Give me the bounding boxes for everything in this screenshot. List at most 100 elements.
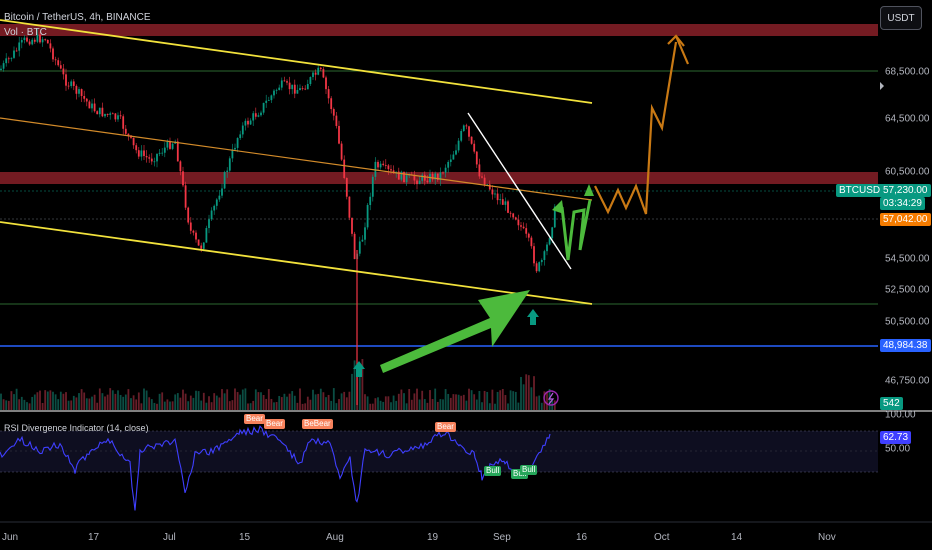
volume-bar	[122, 396, 125, 410]
volume-bar	[377, 397, 379, 410]
rsi-bear-label: Bear	[244, 414, 265, 424]
candle-body	[135, 145, 138, 151]
volume-bar	[501, 388, 504, 410]
volume-bar	[10, 391, 13, 410]
volume-bar	[525, 374, 528, 410]
rsi-band	[0, 431, 878, 472]
volume-bar	[5, 400, 8, 410]
volume-bar	[395, 400, 398, 410]
volume-bar	[317, 393, 320, 410]
candle-body	[109, 113, 112, 115]
time-tick: 15	[239, 532, 251, 543]
time-tick: Nov	[818, 532, 836, 543]
candle-body	[543, 251, 546, 260]
currency-button[interactable]: USDT	[880, 6, 922, 30]
volume-bar	[137, 392, 140, 410]
candle-body	[452, 154, 455, 160]
volume-bar	[163, 401, 166, 410]
volume-bar	[179, 397, 182, 410]
volume-bar	[67, 400, 70, 410]
price-axis-marker	[880, 82, 884, 90]
candle-body	[475, 151, 478, 165]
volume-bar	[325, 397, 327, 410]
volume-bar	[65, 392, 67, 410]
candle-body	[551, 227, 554, 239]
volume-bar	[166, 399, 169, 410]
candle-body	[338, 125, 340, 144]
channel-mid-line	[0, 117, 593, 201]
candle-body	[470, 136, 473, 144]
candle-body	[377, 161, 379, 168]
candle-body	[540, 259, 543, 263]
candle-body	[161, 152, 164, 154]
candle-body	[7, 58, 10, 60]
volume-bar	[475, 399, 478, 410]
candle-body	[5, 58, 8, 64]
volume-bar	[538, 395, 541, 410]
volume-bar	[161, 392, 164, 410]
candle-body	[184, 185, 187, 208]
candle-body	[158, 152, 161, 154]
volume-bar	[468, 388, 470, 410]
volume-bar	[127, 389, 130, 410]
orange-projection-path	[594, 41, 678, 215]
candle-body	[416, 180, 418, 185]
volume-bar	[335, 403, 338, 410]
candle-body	[239, 134, 242, 139]
volume-bar	[252, 400, 255, 410]
candle-body	[535, 263, 538, 272]
time-tick: Sep	[493, 532, 511, 543]
candle-body	[150, 158, 153, 162]
candle-body	[457, 140, 460, 151]
volume-bar	[267, 389, 270, 410]
volume-bar	[221, 389, 223, 410]
candle-body	[291, 84, 294, 90]
volume-bar	[416, 388, 418, 410]
candle-body	[179, 161, 182, 172]
volume-bar	[387, 396, 390, 410]
candle-body	[340, 143, 343, 160]
volume-bar	[176, 393, 179, 410]
candle-body	[447, 161, 450, 168]
candle-body	[187, 207, 190, 223]
volume-bar	[39, 390, 41, 410]
rsi-bear-label: BeBear	[302, 419, 333, 429]
volume-bar	[447, 393, 450, 410]
volume-bar	[512, 391, 515, 410]
candle-body	[26, 37, 28, 42]
volume-bar	[275, 402, 278, 410]
candle-body	[478, 164, 481, 177]
candle-body	[208, 219, 210, 229]
candle-body	[260, 112, 262, 116]
candle-body	[426, 180, 429, 183]
candle-body	[241, 125, 244, 135]
price-tick: 64,500.00	[885, 113, 930, 125]
countdown-tag: 03:34:29	[880, 197, 925, 210]
volume-bar	[187, 401, 190, 410]
time-tick: Aug	[326, 532, 344, 543]
candle-body	[473, 143, 476, 152]
volume-bar	[436, 401, 439, 410]
candle-body	[525, 228, 528, 234]
candle-body	[2, 63, 5, 69]
candle-body	[483, 177, 486, 186]
candle-body	[332, 109, 335, 116]
rsi-tick: 50.00	[885, 443, 911, 455]
candle-body	[244, 120, 247, 126]
resistance-zones	[0, 24, 878, 184]
trend-drawings	[0, 19, 884, 406]
volume-bar	[273, 402, 275, 410]
volume-bar	[364, 394, 366, 410]
volume-bar	[260, 392, 262, 410]
volume-bar	[26, 402, 28, 410]
green-direction-arrow	[380, 290, 530, 373]
candle-body	[83, 96, 86, 99]
volume-bar	[514, 391, 517, 410]
volume-bar	[403, 393, 405, 410]
candle-body	[296, 90, 299, 94]
candle-body	[306, 84, 309, 90]
volume-bar	[218, 397, 221, 410]
rsi-value-tag: 62.73	[880, 431, 912, 444]
candle-body	[41, 39, 44, 43]
volume-bar	[421, 390, 424, 410]
